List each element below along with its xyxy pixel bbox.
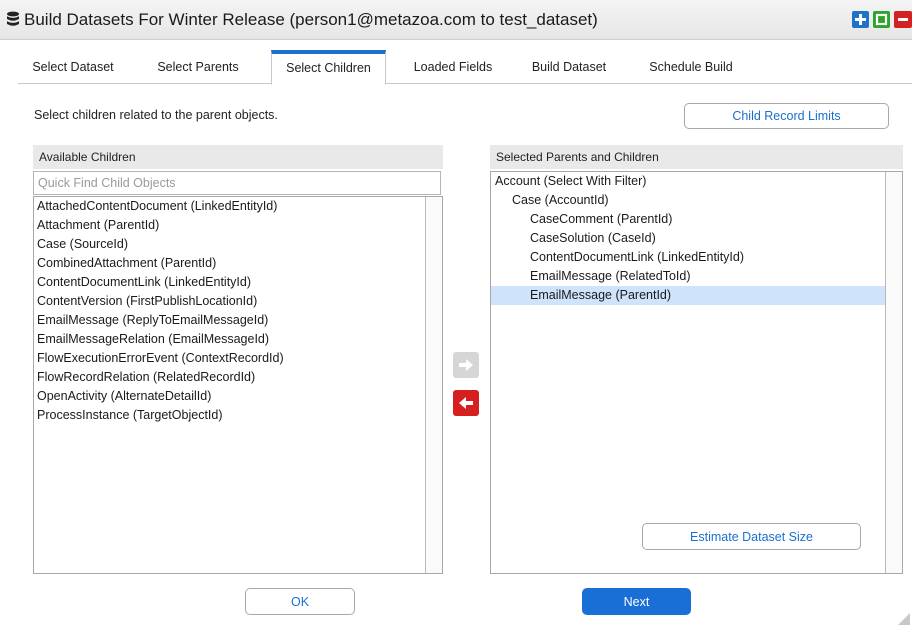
list-item[interactable]: Case (SourceId) <box>34 235 128 254</box>
arrow-left-icon <box>459 397 473 409</box>
list-item[interactable]: EmailMessageRelation (EmailMessageId) <box>34 330 269 349</box>
list-item[interactable]: OpenActivity (AlternateDetailId) <box>34 387 211 406</box>
selected-list-scrollbar[interactable] <box>885 172 902 573</box>
tab-build-dataset[interactable]: Build Dataset <box>520 50 618 83</box>
instructions-text: Select children related to the parent ob… <box>34 108 278 122</box>
add-window-button[interactable] <box>852 11 869 28</box>
resize-grip-icon[interactable] <box>898 613 910 625</box>
tree-item-selected[interactable]: EmailMessage (ParentId) <box>491 286 885 305</box>
child-record-limits-button[interactable]: Child Record Limits <box>684 103 889 129</box>
maximize-window-button[interactable] <box>873 11 890 28</box>
tab-select-dataset[interactable]: Select Dataset <box>24 50 122 83</box>
wizard-tabs: Select Dataset Select Parents Select Chi… <box>18 50 912 85</box>
tab-loaded-fields[interactable]: Loaded Fields <box>400 50 506 83</box>
list-item[interactable]: ProcessInstance (TargetObjectId) <box>34 406 223 425</box>
available-children-list[interactable]: AttachedContentDocument (LinkedEntityId)… <box>33 196 443 574</box>
tree-item[interactable]: CaseSolution (CaseId) <box>491 229 885 248</box>
tab-schedule-build[interactable]: Schedule Build <box>636 50 746 83</box>
tree-item[interactable]: ContentDocumentLink (LinkedEntityId) <box>491 248 885 267</box>
next-button[interactable]: Next <box>582 588 691 615</box>
arrow-right-icon <box>459 359 473 371</box>
build-datasets-window: Build Datasets For Winter Release (perso… <box>0 0 912 633</box>
estimate-dataset-size-button[interactable]: Estimate Dataset Size <box>642 523 861 550</box>
remove-child-button[interactable] <box>453 390 479 416</box>
list-item[interactable]: Attachment (ParentId) <box>34 216 159 235</box>
title-bar: Build Datasets For Winter Release (perso… <box>0 0 912 40</box>
tab-select-parents[interactable]: Select Parents <box>143 50 253 83</box>
ok-button[interactable]: OK <box>245 588 355 615</box>
selected-parents-children-panel: Selected Parents and Children Account (S… <box>490 145 903 575</box>
available-children-header: Available Children <box>33 145 443 169</box>
window-title: Build Datasets For Winter Release (perso… <box>24 10 598 29</box>
list-item[interactable]: CombinedAttachment (ParentId) <box>34 254 216 273</box>
tree-item[interactable]: Case (AccountId) <box>491 191 885 210</box>
tree-item[interactable]: CaseComment (ParentId) <box>491 210 885 229</box>
tree-item[interactable]: EmailMessage (RelatedToId) <box>491 267 885 286</box>
available-list-scrollbar[interactable] <box>425 197 442 573</box>
tree-item[interactable]: Account (Select With Filter) <box>491 172 885 191</box>
tab-select-children[interactable]: Select Children <box>271 50 386 85</box>
minimize-window-button[interactable] <box>894 11 912 28</box>
list-item[interactable]: ContentVersion (FirstPublishLocationId) <box>34 292 257 311</box>
list-item[interactable]: EmailMessage (ReplyToEmailMessageId) <box>34 311 268 330</box>
list-item[interactable]: ContentDocumentLink (LinkedEntityId) <box>34 273 251 292</box>
list-item[interactable]: FlowRecordRelation (RelatedRecordId) <box>34 368 255 387</box>
database-icon <box>6 11 20 27</box>
selected-parents-children-tree[interactable]: Account (Select With Filter) Case (Accou… <box>490 171 903 574</box>
quick-find-child-objects-input[interactable] <box>33 171 441 195</box>
add-child-button[interactable] <box>453 352 479 378</box>
list-item[interactable]: AttachedContentDocument (LinkedEntityId) <box>34 197 277 216</box>
list-item[interactable]: FlowExecutionErrorEvent (ContextRecordId… <box>34 349 284 368</box>
selected-parents-children-header: Selected Parents and Children <box>490 145 903 169</box>
available-children-panel: Available Children AttachedContentDocume… <box>33 145 443 575</box>
